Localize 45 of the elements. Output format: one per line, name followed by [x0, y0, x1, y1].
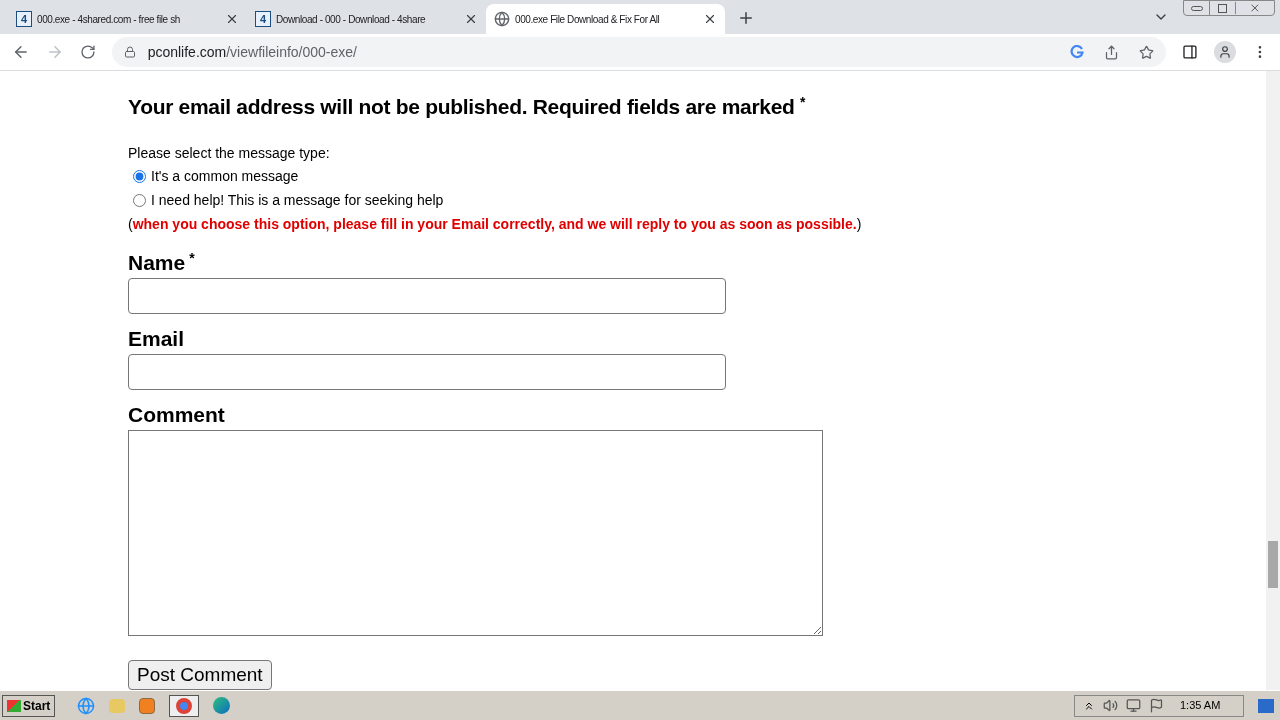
volume-icon[interactable]: [1103, 698, 1118, 713]
clock: 1:35 AM: [1180, 698, 1221, 714]
side-panel-icon[interactable]: [1182, 44, 1199, 60]
tab-title: 000.exe - 4shared.com - free file sh: [37, 12, 181, 27]
media-player-icon[interactable]: [139, 697, 156, 714]
flag-icon[interactable]: [1149, 698, 1164, 713]
help-note: (when you choose this option, please fill in your Email correctly, and we will reply to you as soon as possible.): [128, 214, 863, 234]
radio-label[interactable]: I need help! This is a message for seeking help: [151, 191, 444, 208]
new-tab-icon[interactable]: [737, 9, 755, 27]
site-logo-icon: 4: [16, 11, 32, 27]
text-field[interactable]: [128, 353, 726, 390]
field-label: Name $^{*}$: [128, 248, 195, 276]
browser-tab[interactable]: 000.exe File Download & Fix For All: [486, 4, 725, 34]
lock-icon: [123, 46, 136, 58]
site-logo-icon: 4: [255, 11, 271, 27]
browser-tab[interactable]: 4 000.exe - 4shared.com - free file sh: [8, 4, 247, 34]
browser-tab[interactable]: 4 Download - 000 - Download - 4share: [247, 4, 486, 34]
google-icon[interactable]: [1070, 45, 1085, 59]
bookmark-star-icon[interactable]: [1139, 44, 1155, 60]
radio-label[interactable]: It's a common message: [151, 167, 299, 184]
field-label: Comment: [128, 401, 225, 428]
url-text: pconlife.com/viewfileinfo/000-exe/: [147, 42, 357, 62]
chrome-taskbar-button[interactable]: [169, 694, 200, 717]
edge-icon[interactable]: [213, 697, 231, 714]
close-icon[interactable]: [464, 12, 478, 26]
radio-button[interactable]: [133, 170, 146, 184]
text-field[interactable]: [128, 277, 726, 314]
reload-icon[interactable]: [79, 44, 96, 60]
show-desktop-icon[interactable]: [1258, 698, 1274, 713]
tab-title: Download - 000 - Download - 4share: [276, 12, 427, 27]
share-icon[interactable]: [1104, 44, 1120, 60]
start-button[interactable]: Start: [2, 694, 56, 717]
back-icon[interactable]: [12, 43, 30, 61]
globe-icon: [494, 11, 510, 27]
close-icon[interactable]: [225, 12, 239, 26]
profile-icon[interactable]: [1214, 41, 1237, 63]
post-comment-button[interactable]: Post Comment: [128, 659, 272, 690]
close-icon[interactable]: [703, 12, 717, 26]
type-prompt: Please select the message type:: [128, 143, 331, 163]
notice-heading: Your email address will not be published. Required fields are marked $^{*}$: [128, 93, 807, 120]
network-icon[interactable]: [1126, 698, 1141, 713]
radio-button[interactable]: [133, 194, 146, 208]
field-label: Email: [128, 325, 185, 352]
address-bar[interactable]: pconlife.com/viewfileinfo/000-exe/: [111, 37, 1167, 67]
tab-title: 000.exe File Download & Fix For All: [515, 12, 661, 27]
